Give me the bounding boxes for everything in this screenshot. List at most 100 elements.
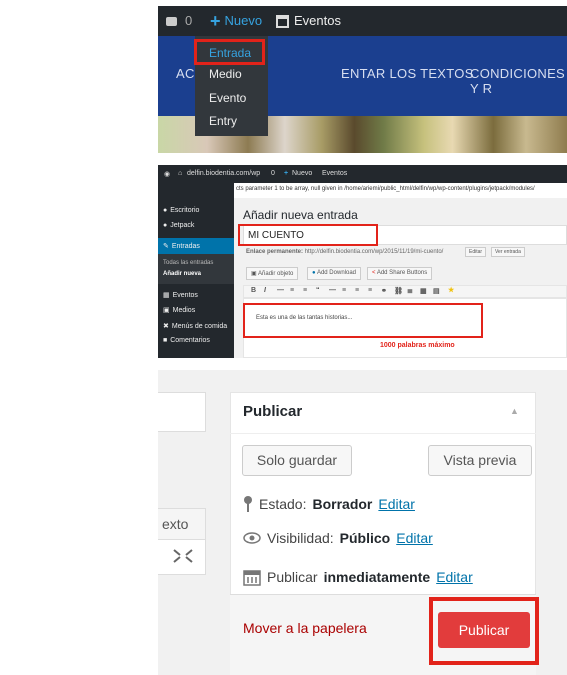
sidebar-subitem-anadir[interactable]: Añadir nueva — [163, 271, 201, 277]
table-button[interactable]: ▦ — [420, 287, 427, 295]
toolbar-toggle-button[interactable]: ▤ — [433, 287, 440, 295]
nav-item[interactable]: ENTAR LOS TEXTOS — [341, 66, 474, 81]
schedule-row: Publicar inmediatamente Editar — [243, 568, 473, 586]
title-input-edge[interactable] — [158, 392, 206, 432]
home-icon: ⌂ — [178, 170, 183, 177]
page-title: Añadir nueva entrada — [243, 208, 358, 222]
wordpress-icon[interactable]: ◉ — [164, 170, 170, 178]
edit-schedule-link[interactable]: Editar — [436, 569, 473, 585]
cross-icon: ✖ — [163, 323, 169, 330]
sidebar-subitem-todas[interactable]: Todas las entradas — [163, 260, 213, 266]
sidebar-item-label: Eventos — [172, 291, 198, 299]
permalink: Enlace permanente: http://delfin.biodent… — [246, 249, 443, 255]
comments-count[interactable]: 0 — [271, 170, 275, 177]
site-name[interactable]: delfin.biodentia.com/wp — [187, 170, 260, 177]
sidebar-item-label: Jetpack — [170, 222, 195, 229]
align-center-button[interactable]: ≡ — [355, 287, 359, 294]
pin-icon: ✎ — [163, 243, 169, 250]
numbered-list-button[interactable]: ≡ — [303, 287, 307, 294]
add-media-button[interactable]: ▣ Añadir objeto — [246, 267, 299, 280]
button-label: Add Download — [316, 270, 356, 276]
highlight-box — [194, 39, 265, 65]
new-label: Nuevo — [224, 13, 263, 28]
plus-icon: + — [210, 11, 221, 31]
status-label: Estado: — [259, 496, 307, 512]
nav-item[interactable]: AC — [176, 66, 195, 81]
dropdown-item-medio[interactable]: Medio — [209, 67, 242, 81]
new-label[interactable]: Nuevo — [292, 170, 312, 177]
divider — [230, 433, 536, 434]
dashboard-icon: ● — [163, 207, 168, 214]
visibility-row: Visibilidad: Público Editar — [243, 530, 433, 546]
publish-box-screenshot: exto Publicar ▲ Solo guardar Vista previ… — [158, 370, 567, 675]
events-label: Eventos — [294, 13, 341, 28]
sidebar-item-label: Entradas — [171, 242, 200, 250]
highlight-box — [238, 224, 378, 246]
status-row: Estado: Borrador Editar — [243, 496, 415, 512]
visibility-value: Público — [339, 530, 391, 546]
save-draft-button[interactable]: Solo guardar — [242, 445, 352, 476]
sidebar-item-jetpack[interactable]: ● Jetpack — [163, 222, 194, 229]
more-button[interactable]: ≣ — [407, 287, 413, 295]
pin-icon — [244, 496, 252, 512]
calendar-icon — [243, 570, 261, 586]
bold-button[interactable]: B — [251, 287, 256, 294]
comments-item[interactable]: 0 — [166, 6, 192, 36]
edit-visibility-link[interactable]: Editar — [396, 530, 433, 546]
permalink-url[interactable]: http://delfin.biodentia.com/wp/2015/11/1… — [305, 249, 444, 255]
hr-button[interactable]: — — [329, 287, 336, 294]
preview-button[interactable]: Vista previa — [428, 445, 532, 476]
link-button[interactable]: ⚭ — [381, 287, 387, 295]
permalink-edit-button[interactable]: Editar — [465, 247, 487, 257]
tab-text[interactable]: exto — [158, 508, 206, 540]
sidebar-item-medios[interactable]: ▣ Medios — [163, 306, 195, 315]
unlink-button[interactable]: ⛓ — [394, 287, 403, 295]
edit-status-link[interactable]: Editar — [378, 496, 415, 512]
sidebar-item-eventos[interactable]: ▦ Eventos — [163, 291, 198, 300]
sidebar-item-label: Menús de comida — [171, 322, 228, 330]
schedule-value: inmediatamente — [323, 569, 431, 585]
new-menu[interactable]: + Nuevo — [210, 6, 262, 36]
comment-icon — [166, 16, 177, 26]
fullscreen-icon[interactable] — [173, 549, 193, 563]
sidebar-item-menus[interactable]: ✖ Menús de comida — [163, 322, 228, 331]
sidebar-item-comentarios[interactable]: ■ Comentarios — [163, 337, 210, 344]
sidebar-submenu — [158, 254, 234, 284]
align-left-button[interactable]: ≡ — [342, 287, 346, 294]
dropdown-item-evento[interactable]: Evento — [209, 91, 246, 105]
visibility-label: Visibilidad: — [267, 530, 334, 546]
move-to-trash-link[interactable]: Mover a la papelera — [243, 620, 367, 636]
dropdown-item-entry[interactable]: Entry — [209, 114, 237, 128]
highlight-box — [429, 597, 539, 665]
sidebar-item-label: Escritorio — [170, 207, 200, 214]
permalink-label: Enlace permanente: — [246, 249, 304, 255]
word-limit-note: 1000 palabras máximo — [380, 342, 455, 349]
media-icon: ▣ — [163, 307, 170, 314]
bullet-list-button[interactable]: ≡ — [290, 287, 294, 294]
star-icon[interactable]: ★ — [448, 286, 454, 294]
admin-bar: ◉ ⌂ delfin.biodentia.com/wp 0 + Nuevo Ev… — [158, 165, 567, 183]
nav-item[interactable]: CONDICIONES Y R — [470, 66, 567, 96]
permalink-view-button[interactable]: Ver entrada — [491, 247, 525, 257]
schedule-label: Publicar — [267, 569, 318, 585]
collapse-toggle-icon[interactable]: ▲ — [510, 406, 519, 416]
sidebar-item-escritorio[interactable]: ● Escritorio — [163, 207, 199, 214]
add-post-screenshot: ◉ ⌂ delfin.biodentia.com/wp 0 + Nuevo Ev… — [158, 165, 567, 358]
media-icon: ▣ — [251, 271, 259, 277]
add-download-button[interactable]: ● Add Download — [307, 267, 361, 280]
events-menu[interactable]: Eventos — [276, 6, 341, 36]
add-share-button[interactable]: < Add Share Buttons — [367, 267, 433, 280]
status-value: Borrador — [312, 496, 373, 512]
quote-button[interactable]: “ — [316, 287, 320, 294]
button-label: Añadir objeto — [258, 271, 294, 277]
php-warning: cts parameter 1 to be array, null given … — [234, 183, 567, 198]
editor-edge — [158, 540, 206, 575]
events-label[interactable]: Eventos — [322, 170, 347, 177]
publish-box-title: Publicar — [243, 403, 303, 420]
strike-button[interactable]: — — [277, 287, 284, 294]
sidebar-item-entradas[interactable]: ✎ Entradas — [163, 242, 200, 251]
sidebar-item-label: Comentarios — [170, 337, 210, 344]
comment-icon: ■ — [163, 337, 168, 344]
align-right-button[interactable]: ≡ — [368, 287, 372, 294]
italic-button[interactable]: I — [264, 287, 266, 294]
